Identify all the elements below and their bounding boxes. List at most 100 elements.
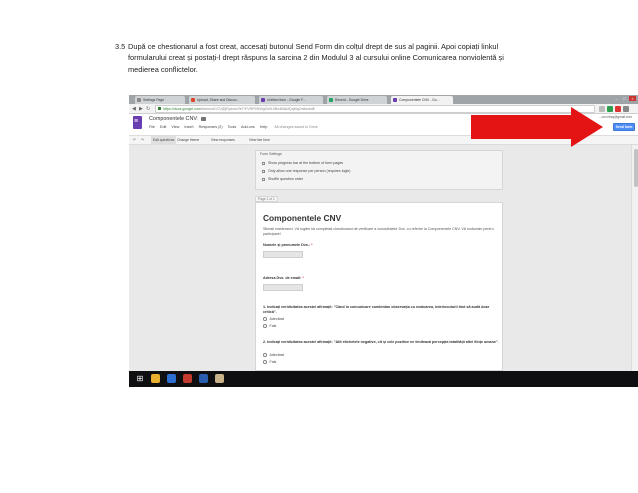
question-text: 2. Indicați veridicitatea acestei afirma… [263, 340, 499, 344]
maximize-icon[interactable]: □ [621, 96, 628, 101]
view-responses-button[interactable]: View responses [211, 136, 235, 145]
menu-file[interactable]: File [149, 125, 155, 129]
question-text: Numele și prenumele Dvs.: [263, 243, 311, 247]
name-input[interactable] [263, 251, 303, 258]
radio-option[interactable]: Adevărat [263, 353, 284, 357]
chrome-icon[interactable] [151, 374, 160, 383]
browser-icon[interactable] [167, 374, 176, 383]
radio-icon[interactable] [263, 360, 267, 364]
menu-addons[interactable]: Add-ons [241, 125, 255, 129]
form-description[interactable]: Stimați masteranzi. Vă rugăm să completa… [263, 227, 497, 237]
setting-label: Shuffle question order [268, 177, 304, 181]
page-scrollbar[interactable] [631, 145, 638, 371]
question-label: Adresa Dvs. de email: * [263, 276, 304, 280]
minimize-icon[interactable]: – [613, 96, 620, 101]
setting-label: Only allow one response per person (requ… [268, 169, 351, 173]
menu-tools[interactable]: Tools [228, 125, 237, 129]
question-text: 1. Indicați veridicitatea acestei afirma… [263, 305, 490, 314]
extension-icon[interactable] [607, 106, 613, 112]
checkbox-icon[interactable] [262, 161, 265, 165]
view-live-form-button[interactable]: View live form [249, 136, 270, 145]
google-forms-icon[interactable] [133, 116, 142, 129]
menu-help[interactable]: Help [260, 125, 268, 129]
forward-icon[interactable]: ▶ [139, 105, 143, 113]
option-label: Fals [269, 324, 277, 328]
setting-checkbox[interactable]: Shuffle question order [262, 177, 303, 181]
slideshare-icon [191, 98, 195, 102]
extension-icon[interactable] [615, 106, 621, 112]
back-icon[interactable]: ◀ [132, 105, 136, 113]
forms-icon [261, 98, 265, 102]
radio-option[interactable]: Adevărat [263, 317, 284, 321]
red-annotation-arrow [471, 107, 603, 147]
option-label: Fals [269, 360, 277, 364]
radio-icon[interactable] [263, 324, 267, 328]
browser-tab-bar: Settings Page Upload, Share and Discov..… [129, 95, 638, 104]
drive-icon [329, 98, 333, 102]
required-marker: * [302, 276, 304, 280]
browser-tab[interactable]: Upload, Share and Discov... [189, 96, 255, 104]
document-title[interactable]: Componentele CNV [149, 116, 197, 122]
form-settings-header[interactable]: Form Settings [260, 152, 282, 156]
scrollbar-thumb[interactable] [634, 149, 638, 187]
tab-label: Upload, Share and Discov... [197, 98, 239, 102]
browser-tab[interactable]: Untitled form - Google F... [259, 96, 323, 104]
folder-icon[interactable] [201, 117, 206, 121]
settings-icon [137, 98, 141, 102]
instruction-line-1: După ce chestionarul a fost creat, acces… [128, 42, 499, 51]
instruction-line-3: medierea conflictelor. [128, 64, 198, 74]
browser-tab[interactable]: Recent - Google Drive [327, 96, 387, 104]
arrow-shape [471, 107, 603, 147]
form-title[interactable]: Componentele CNV [263, 213, 341, 223]
option-label: Adevărat [269, 353, 284, 357]
radio-option[interactable]: Fals [263, 324, 276, 328]
email-input[interactable] [263, 284, 303, 291]
redo-icon[interactable]: ↷ [141, 136, 144, 145]
tab-label: Settings Page [143, 98, 165, 102]
menu-insert[interactable]: Insert [184, 125, 193, 129]
tab-label: Componentele CNV - Go... [399, 98, 440, 102]
browser-tab[interactable]: Settings Page [135, 96, 185, 104]
checkbox-icon[interactable] [262, 177, 265, 181]
checkbox-icon[interactable] [262, 169, 265, 173]
url-secure-part: https://docs.google.com [163, 107, 201, 111]
setting-checkbox[interactable]: Only allow one response per person (requ… [262, 169, 351, 173]
form-card: Componentele CNV Stimați masteranzi. Vă … [255, 202, 503, 371]
menu-edit[interactable]: Edit [160, 125, 166, 129]
windows-start-icon[interactable]: ⊞ [135, 374, 145, 384]
lock-icon [158, 107, 161, 110]
instruction-line-2: formularului creat și postați-l drept ră… [128, 53, 504, 63]
radio-icon[interactable] [263, 353, 267, 357]
windows-taskbar: ⊞ [129, 371, 638, 387]
menu-bar: File Edit View Insert Responses (2) Tool… [149, 125, 322, 131]
radio-icon[interactable] [263, 317, 267, 321]
word-icon[interactable] [199, 374, 208, 383]
url-path: /forms/d/1CVjDjRpedu/YeT/FVRP93lWgGWL0Be… [200, 107, 315, 111]
explorer-icon[interactable] [215, 374, 224, 383]
menu-icon[interactable] [623, 106, 629, 112]
reload-icon[interactable]: ↻ [146, 105, 150, 113]
setting-label: Show progress bar at the bottom of form … [268, 161, 344, 165]
question-text: Adresa Dvs. de email: [263, 276, 302, 280]
undo-icon[interactable]: ↶ [133, 136, 136, 145]
form-canvas: Form Settings Show progress bar at the b… [129, 145, 638, 371]
browser-tab-active[interactable]: Componentele CNV - Go... [391, 96, 453, 104]
change-theme-button[interactable]: Change theme [177, 136, 199, 145]
required-marker: * [311, 243, 313, 247]
form-settings-panel: Form Settings Show progress bar at the b… [255, 150, 503, 190]
menu-responses[interactable]: Responses (2) [199, 125, 223, 129]
user-email[interactable]: ...cnv.ebay@gmail.com [599, 115, 632, 119]
edit-questions-button[interactable]: Edit questions [151, 136, 177, 145]
close-icon[interactable]: × [629, 96, 636, 101]
forms-icon [393, 98, 397, 102]
radio-option[interactable]: Fals [263, 360, 276, 364]
setting-checkbox[interactable]: Show progress bar at the bottom of form … [262, 161, 343, 165]
menu-view[interactable]: View [171, 125, 179, 129]
star-icon[interactable]: ☆ [194, 116, 198, 122]
send-form-button[interactable]: Send form [613, 123, 635, 131]
tab-label: Recent - Google Drive [335, 98, 369, 102]
powerpoint-icon[interactable] [183, 374, 192, 383]
saved-status: All changes saved in Drive [274, 125, 318, 129]
item-number: 3.5 [115, 42, 126, 51]
option-label: Adevărat [269, 317, 284, 321]
